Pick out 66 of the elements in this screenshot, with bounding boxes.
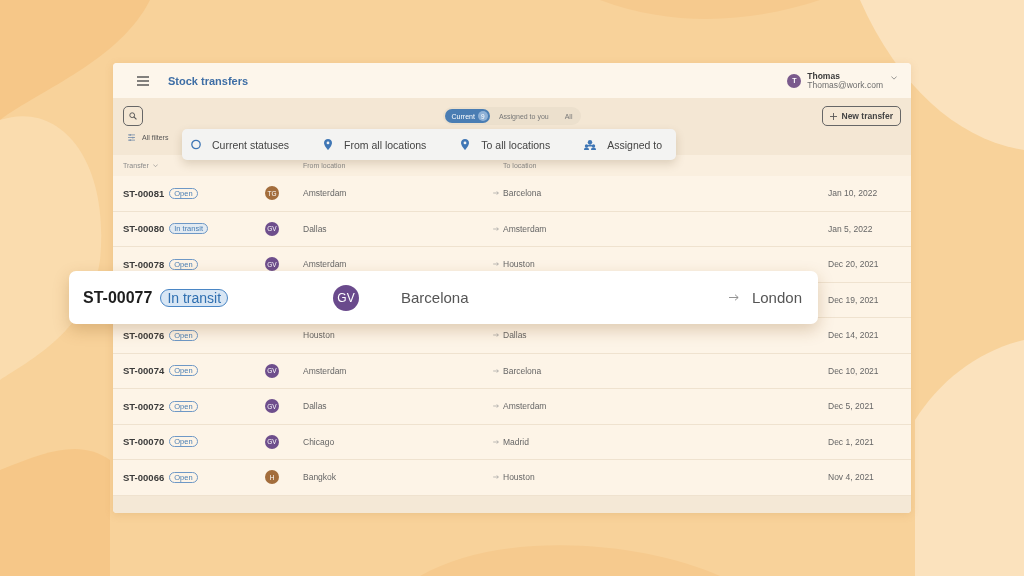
arrow-right-icon xyxy=(493,191,499,196)
transfer-id[interactable]: ST-00081 xyxy=(123,187,165,199)
arrow-right-icon xyxy=(493,368,499,373)
search-icon xyxy=(129,112,137,120)
from-location: Amsterdam xyxy=(303,365,348,376)
to-location: Amsterdam xyxy=(503,223,547,234)
transfer-id[interactable]: ST-00078 xyxy=(123,258,165,270)
from-location: Barcelona xyxy=(401,289,470,306)
status-badge: In transit xyxy=(160,288,229,307)
transfer-date: Jan 5, 2022 xyxy=(828,223,874,234)
to-location: Barcelona xyxy=(503,365,542,376)
zoomed-row-card[interactable]: ST-00077 In transit GV Barcelona London xyxy=(69,271,818,324)
arrow-right-icon xyxy=(728,294,739,301)
new-transfer-button[interactable]: New transfer xyxy=(821,106,901,126)
transfer-date: Dec 1, 2021 xyxy=(828,436,875,447)
circle-icon xyxy=(191,139,201,150)
to-location: Dallas xyxy=(503,330,527,341)
transfer-date: Dec 20, 2021 xyxy=(828,259,880,270)
to-location: London xyxy=(751,289,802,306)
from-location: Dallas xyxy=(303,223,328,234)
transfer-id[interactable]: ST-00080 xyxy=(123,223,165,235)
filter-dropdown[interactable]: Current statuses xyxy=(191,138,290,151)
arrow-right-icon xyxy=(493,439,499,444)
transfer-date: Dec 5, 2021 xyxy=(828,401,875,412)
map-pin-icon xyxy=(323,139,334,150)
transfer-date: Jan 10, 2022 xyxy=(828,188,879,199)
transfer-id[interactable]: ST-00074 xyxy=(123,365,165,377)
transfer-id: ST-00077 xyxy=(83,288,153,307)
user-name: Thomas xyxy=(807,71,841,81)
to-location: Houston xyxy=(503,259,535,270)
to-location: Amsterdam xyxy=(503,401,547,412)
transfer-date: Dec 10, 2021 xyxy=(828,365,880,376)
from-location: Chicago xyxy=(303,436,336,447)
from-location: Dallas xyxy=(303,401,328,412)
arrow-right-icon xyxy=(493,262,499,267)
arrow-right-icon xyxy=(493,333,499,338)
arrow-right-icon xyxy=(493,475,499,480)
from-location: Amsterdam xyxy=(303,188,348,199)
to-location: Barcelona xyxy=(503,188,542,199)
transfer-date: Nov 4, 2021 xyxy=(828,472,875,483)
to-location: Houston xyxy=(503,472,535,483)
chevron-down-icon[interactable] xyxy=(891,75,897,80)
user-email: Thomas@work.com xyxy=(807,80,883,90)
people-icon xyxy=(584,139,597,150)
transfer-id[interactable]: ST-00070 xyxy=(123,436,165,448)
map-pin-icon xyxy=(460,139,471,150)
transfer-date: Dec 14, 2021 xyxy=(828,330,880,341)
filter-dropdown[interactable]: To all locations xyxy=(460,138,551,151)
plus-icon xyxy=(829,112,837,120)
from-location: Bangkok xyxy=(303,472,338,483)
transfer-date: Dec 19, 2021 xyxy=(828,294,880,305)
filter-dropdown[interactable]: Assigned to xyxy=(584,138,663,151)
transfer-id[interactable]: ST-00072 xyxy=(123,400,165,412)
transfer-id[interactable]: ST-00076 xyxy=(123,329,165,341)
transfer-id[interactable]: ST-00066 xyxy=(123,471,165,483)
from-location: Houston xyxy=(303,330,336,341)
filter-icon xyxy=(128,134,135,141)
assignee-avatar: GV xyxy=(333,284,359,311)
menu-icon[interactable] xyxy=(137,75,149,86)
filter-dropdown[interactable]: From all locations xyxy=(323,138,427,151)
arrow-right-icon xyxy=(493,226,499,231)
to-location: Madrid xyxy=(503,436,529,447)
page-title: Stock transfers xyxy=(168,74,249,87)
from-location: Amsterdam xyxy=(303,259,348,270)
arrow-right-icon xyxy=(493,404,499,409)
search-button[interactable] xyxy=(123,106,143,126)
